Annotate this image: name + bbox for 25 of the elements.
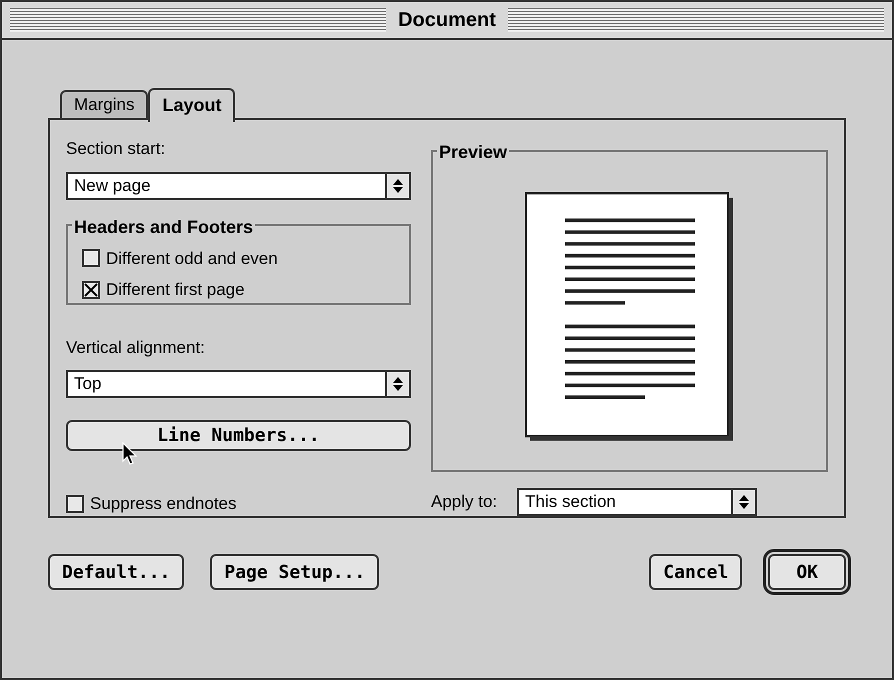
tab[interactable]: Margins — [60, 90, 148, 120]
tab[interactable]: Layout — [148, 88, 236, 122]
popup-menu[interactable]: New page — [66, 172, 411, 200]
popup-menu[interactable]: Top — [66, 370, 411, 398]
up-down-arrows-icon — [392, 178, 404, 194]
dialog-button[interactable]: Default... — [48, 554, 184, 590]
field-label: Vertical alignment: — [66, 336, 206, 358]
field-label: Section start: — [66, 138, 166, 160]
dialog-button[interactable]: Page Setup... — [210, 554, 380, 590]
checkbox[interactable] — [82, 249, 100, 268]
up-down-arrows-icon — [392, 376, 404, 392]
checkbox-label: Suppress endnotes — [90, 493, 236, 515]
title-bar-stripes[interactable] — [508, 8, 884, 32]
checkbox[interactable] — [82, 280, 100, 299]
checkbox-label: Different odd and even — [106, 248, 278, 270]
up-down-arrows-icon — [738, 494, 750, 510]
line-numbers-button[interactable]: Line Numbers... — [66, 420, 411, 451]
popup-menu[interactable]: This section — [517, 488, 758, 516]
field-label: Apply to: — [431, 491, 498, 514]
checkbox-label: Different first page — [106, 279, 245, 301]
title-bar-stripes[interactable] — [10, 8, 386, 32]
dialog-button[interactable]: Cancel — [649, 554, 742, 590]
window-title: Document — [397, 8, 497, 33]
cursor-icon — [122, 442, 138, 466]
checkbox[interactable] — [66, 494, 84, 513]
